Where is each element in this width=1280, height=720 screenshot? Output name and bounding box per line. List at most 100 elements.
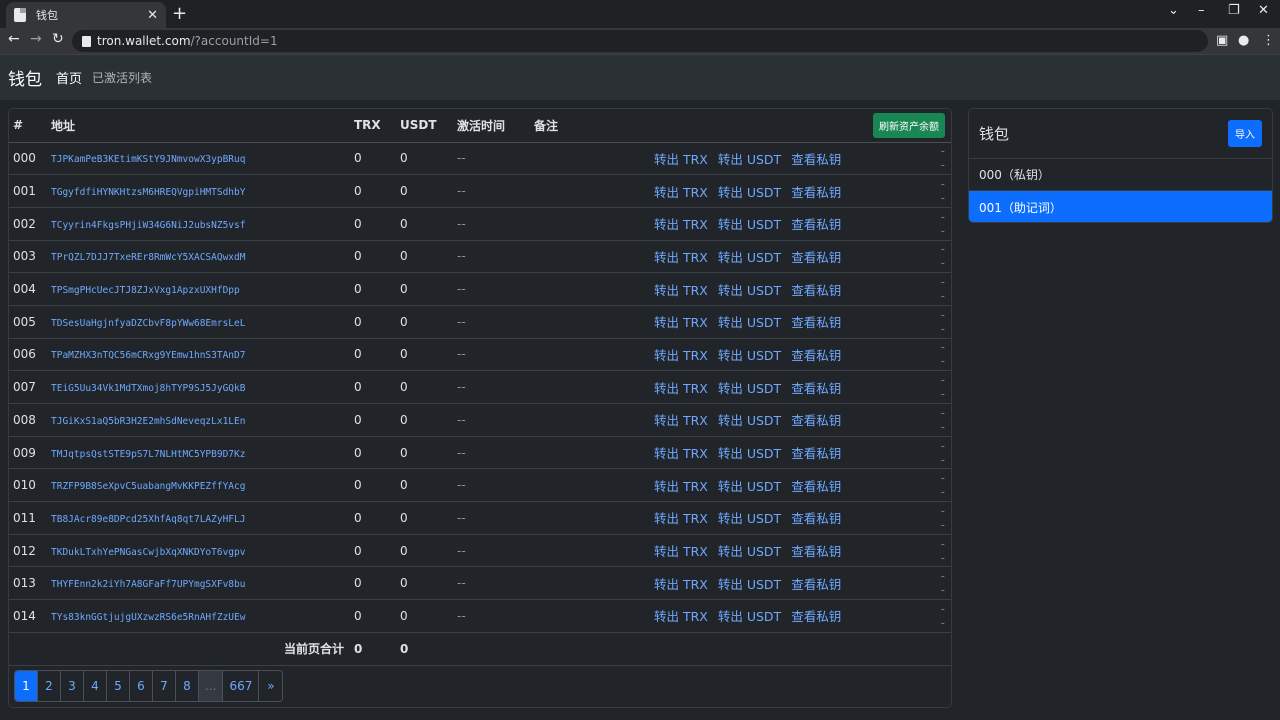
page-button[interactable]: 7 bbox=[153, 671, 176, 701]
send-trx-link[interactable]: 转出 TRX bbox=[654, 609, 708, 624]
address-link[interactable]: TYs83knGGtjujgUXzwzRS6e5RnAHfZzUEw bbox=[51, 612, 245, 623]
send-trx-link[interactable]: 转出 TRX bbox=[654, 381, 708, 396]
page-button[interactable]: 667 bbox=[223, 671, 260, 701]
send-trx-link[interactable]: 转出 TRX bbox=[654, 152, 708, 167]
wallet-item[interactable]: 000（私钥） bbox=[969, 159, 1272, 191]
table-row: 003 TPrQZL7DJJ7TxeREr8RmWcY5XACSAQwxdM 0 0-… bbox=[9, 240, 951, 274]
profile-icon[interactable]: ● bbox=[1238, 33, 1249, 48]
browser-tab[interactable]: 钱包 ✕ bbox=[6, 2, 166, 28]
send-usdt-link[interactable]: 转出 USDT bbox=[718, 250, 781, 265]
send-trx-link[interactable]: 转出 TRX bbox=[654, 544, 708, 559]
menu-kebab-icon[interactable]: ⋮ bbox=[1262, 33, 1275, 48]
view-private-key-link[interactable]: 查看私钥 bbox=[791, 185, 841, 200]
send-trx-link[interactable]: 转出 TRX bbox=[654, 479, 708, 494]
address-link[interactable]: THYFEnn2k2iYh7A8GFaFf7UPYmgSXFv8bu bbox=[51, 579, 245, 590]
row-usdt: 0 bbox=[400, 142, 457, 176]
send-trx-link[interactable]: 转出 TRX bbox=[654, 577, 708, 592]
page-button[interactable]: 8 bbox=[176, 671, 199, 701]
page-button[interactable]: 4 bbox=[84, 671, 107, 701]
view-private-key-link[interactable]: 查看私钥 bbox=[791, 544, 841, 559]
send-usdt-link[interactable]: 转出 USDT bbox=[718, 479, 781, 494]
send-usdt-link[interactable]: 转出 USDT bbox=[718, 544, 781, 559]
nav-activated-list[interactable]: 已激活列表 bbox=[92, 69, 152, 86]
brand-title[interactable]: 钱包 bbox=[8, 65, 42, 90]
row-activated-at: -- bbox=[457, 468, 534, 503]
send-trx-link[interactable]: 转出 TRX bbox=[654, 283, 708, 298]
row-index: 007 bbox=[9, 370, 51, 404]
address-link[interactable]: TRZFP9B8SeXpvC5uabangMvKKPEZffYAcg bbox=[51, 481, 245, 492]
row-usdt: 0 bbox=[400, 207, 457, 241]
address-link[interactable]: TDSesUaHgjnfyaDZCbvF8pYWw68EmrsLeL bbox=[51, 318, 245, 329]
send-usdt-link[interactable]: 转出 USDT bbox=[718, 315, 781, 330]
send-trx-link[interactable]: 转出 TRX bbox=[654, 511, 708, 526]
send-usdt-link[interactable]: 转出 USDT bbox=[718, 446, 781, 461]
send-usdt-link[interactable]: 转出 USDT bbox=[718, 413, 781, 428]
refresh-balance-button[interactable]: 刷新资产余额 bbox=[873, 112, 945, 138]
tab-close-icon[interactable]: ✕ bbox=[147, 8, 158, 23]
view-private-key-link[interactable]: 查看私钥 bbox=[791, 217, 841, 232]
view-private-key-link[interactable]: 查看私钥 bbox=[791, 250, 841, 265]
view-private-key-link[interactable]: 查看私钥 bbox=[791, 511, 841, 526]
send-trx-link[interactable]: 转出 TRX bbox=[654, 185, 708, 200]
send-usdt-link[interactable]: 转出 USDT bbox=[718, 577, 781, 592]
import-button[interactable]: 导入 bbox=[1228, 120, 1262, 147]
address-link[interactable]: TJGiKxS1aQ5bR3H2E2mhSdNeveqzLx1LEn bbox=[51, 416, 245, 427]
send-usdt-link[interactable]: 转出 USDT bbox=[718, 381, 781, 396]
view-private-key-link[interactable]: 查看私钥 bbox=[791, 283, 841, 298]
reload-icon[interactable]: ↻ bbox=[52, 31, 64, 47]
address-link[interactable]: TPrQZL7DJJ7TxeREr8RmWcY5XACSAQwxdM bbox=[51, 252, 245, 263]
address-link[interactable]: TEiG5Uu34Vk1MdTXmoj8hTYP9SJ5JyGQkB bbox=[51, 383, 245, 394]
address-link[interactable]: TMJqtpsQstSTE9pS7L7NLHtMC5YPB9D7Kz bbox=[51, 449, 245, 460]
send-trx-link[interactable]: 转出 TRX bbox=[654, 250, 708, 265]
row-actions: 转出 TRX 转出 USDT 查看私钥 bbox=[654, 599, 939, 633]
back-arrow-icon[interactable]: ← bbox=[8, 31, 20, 47]
view-private-key-link[interactable]: 查看私钥 bbox=[791, 348, 841, 363]
page-button[interactable]: 3 bbox=[61, 671, 84, 701]
send-usdt-link[interactable]: 转出 USDT bbox=[718, 609, 781, 624]
view-private-key-link[interactable]: 查看私钥 bbox=[791, 315, 841, 330]
send-trx-link[interactable]: 转出 TRX bbox=[654, 446, 708, 461]
page-button[interactable]: 2 bbox=[38, 671, 61, 701]
view-private-key-link[interactable]: 查看私钥 bbox=[791, 609, 841, 624]
view-private-key-link[interactable]: 查看私钥 bbox=[791, 152, 841, 167]
send-usdt-link[interactable]: 转出 USDT bbox=[718, 217, 781, 232]
page-button[interactable]: 6 bbox=[130, 671, 153, 701]
address-bar[interactable]: tron.wallet.com /?accountId=1 bbox=[72, 30, 1208, 52]
address-link[interactable]: TCyyrin4FkgsPHjiW34G6NiJ2ubsNZ5vsf bbox=[51, 220, 245, 231]
send-usdt-link[interactable]: 转出 USDT bbox=[718, 283, 781, 298]
view-private-key-link[interactable]: 查看私钥 bbox=[791, 446, 841, 461]
minimize-icon[interactable]: – bbox=[1198, 3, 1205, 18]
forward-arrow-icon[interactable]: → bbox=[30, 31, 42, 47]
send-usdt-link[interactable]: 转出 USDT bbox=[718, 152, 781, 167]
view-private-key-link[interactable]: 查看私钥 bbox=[791, 577, 841, 592]
next-page-button[interactable]: » bbox=[259, 671, 283, 701]
send-usdt-link[interactable]: 转出 USDT bbox=[718, 348, 781, 363]
address-link[interactable]: TKDukLTxhYePNGasCwjbXqXNKDYoT6vgpv bbox=[51, 547, 245, 558]
side-panel-icon[interactable]: ▣ bbox=[1216, 33, 1228, 48]
page-info-icon[interactable] bbox=[82, 35, 91, 47]
address-link[interactable]: TPaMZHX3nTQC56mCRxg9YEmw1hnS3TAnD7 bbox=[51, 350, 245, 361]
view-private-key-link[interactable]: 查看私钥 bbox=[791, 479, 841, 494]
address-link[interactable]: TB8JAcr89e8DPcd25XhfAq8qt7LAZyHFLJ bbox=[51, 514, 245, 525]
send-trx-link[interactable]: 转出 TRX bbox=[654, 217, 708, 232]
close-window-icon[interactable]: ✕ bbox=[1258, 3, 1269, 18]
send-trx-link[interactable]: 转出 TRX bbox=[654, 413, 708, 428]
tab-search-icon[interactable]: ⌄ bbox=[1168, 3, 1179, 18]
send-trx-link[interactable]: 转出 TRX bbox=[654, 315, 708, 330]
page-button[interactable]: 1 bbox=[15, 671, 38, 701]
new-tab-button[interactable]: + bbox=[172, 3, 187, 24]
send-usdt-link[interactable]: 转出 USDT bbox=[718, 511, 781, 526]
nav-home[interactable]: 首页 bbox=[56, 68, 82, 87]
summary-usdt: 0 bbox=[400, 632, 457, 666]
address-link[interactable]: TJPKamPeB3KEtimKStY9JNmvowX3ypBRuq bbox=[51, 154, 245, 165]
view-private-key-link[interactable]: 查看私钥 bbox=[791, 381, 841, 396]
address-link[interactable]: TPSmgPHcUecJTJ8ZJxVxg1ApzxUXHfDpp bbox=[51, 285, 240, 296]
send-trx-link[interactable]: 转出 TRX bbox=[654, 348, 708, 363]
wallet-item[interactable]: 001（助记词） bbox=[969, 191, 1272, 222]
send-usdt-link[interactable]: 转出 USDT bbox=[718, 185, 781, 200]
address-link[interactable]: TGgyfdfiHYNKHtzsM6HREQVgpiHMTSdhbY bbox=[51, 187, 245, 198]
view-private-key-link[interactable]: 查看私钥 bbox=[791, 413, 841, 428]
restore-icon[interactable]: ❐ bbox=[1228, 3, 1240, 18]
page-button[interactable]: 5 bbox=[107, 671, 130, 701]
row-activated-at: -- bbox=[457, 207, 534, 241]
